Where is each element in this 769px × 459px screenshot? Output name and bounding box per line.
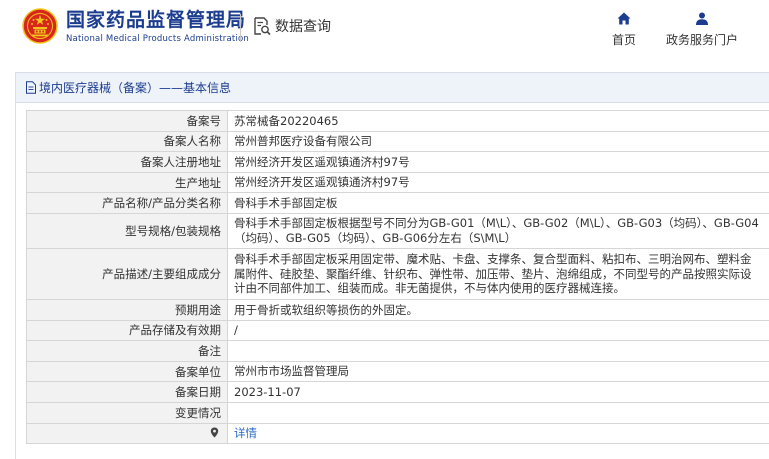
- row-label: [26, 422, 228, 445]
- row-value: 详情: [227, 422, 769, 445]
- row-value: [227, 340, 769, 362]
- document-search-icon: [254, 17, 271, 36]
- table-row: 备注: [26, 340, 769, 362]
- site-header: 国家药品监督管理局 National Medical Products Admi…: [0, 0, 769, 62]
- row-value: 2023-11-07: [227, 381, 769, 403]
- details-link[interactable]: 详情: [234, 426, 257, 440]
- brand-text: 国家药品监督管理局 National Medical Products Admi…: [66, 9, 249, 44]
- national-emblem-icon: [22, 8, 58, 44]
- row-label: 生产地址: [26, 171, 228, 194]
- panel-header: 境内医疗器械（备案）——基本信息: [16, 73, 769, 103]
- table-row: 备案人名称 常州普邦医疗设备有限公司: [26, 130, 769, 153]
- table-row: 生产地址 常州经济开发区遥观镇通济村97号: [26, 171, 769, 194]
- row-value: [227, 401, 769, 424]
- row-label: 备案号: [26, 110, 228, 132]
- row-value: 常州经济开发区遥观镇通济村97号: [227, 171, 769, 194]
- table-row: 变更情况: [26, 401, 769, 424]
- row-value: /: [227, 319, 769, 342]
- panel-title: 境内医疗器械（备案）——基本信息: [39, 81, 232, 95]
- row-value: 骨科手术手部固定板: [227, 192, 769, 214]
- row-value: 苏常械备20220465: [227, 110, 769, 132]
- table-row: 型号规格/包装规格 骨科手术手部固定板根据型号不同分为GB-G01（M\L）、G…: [26, 212, 769, 249]
- row-label: 产品名称/产品分类名称: [26, 192, 228, 214]
- brand-name-cn: 国家药品监督管理局: [66, 8, 247, 31]
- row-value: 骨科手术手部固定板根据型号不同分为GB-G01（M\L）、GB-G02（M\L）…: [227, 212, 769, 249]
- row-value: 常州经济开发区遥观镇通济村97号: [227, 151, 769, 173]
- brand-name-en: National Medical Products Administration: [66, 33, 249, 44]
- table-row: 详情: [26, 422, 769, 445]
- row-label: 备案人注册地址: [26, 151, 228, 173]
- row-label: 产品存储及有效期: [26, 319, 228, 342]
- row-label: 备案单位: [26, 360, 228, 383]
- map-pin-icon: [210, 427, 219, 438]
- row-label: 预期用途: [26, 298, 228, 321]
- row-value: 用于骨折或软组织等损伤的外固定。: [227, 298, 769, 321]
- row-label: 产品描述/主要组成成分: [26, 247, 228, 300]
- data-query-link[interactable]: 数据查询: [252, 16, 331, 36]
- document-icon: [26, 81, 36, 94]
- data-query-label: 数据查询: [275, 19, 331, 35]
- table-row: 备案单位 常州市市场监督管理局: [26, 360, 769, 383]
- table-row: 产品名称/产品分类名称 骨科手术手部固定板: [26, 192, 769, 214]
- site-logo[interactable]: 国家药品监督管理局 National Medical Products Admi…: [22, 8, 249, 44]
- table-row: 备案人注册地址 常州经济开发区遥观镇通济村97号: [26, 151, 769, 173]
- table-row: 产品存储及有效期 /: [26, 319, 769, 342]
- table-row: 备案日期 2023-11-07: [26, 381, 769, 403]
- table-row: 产品描述/主要组成成分 骨科手术手部固定板采用固定带、魔术贴、卡盘、支撑条、复合…: [26, 247, 769, 300]
- home-icon: [617, 12, 631, 25]
- user-icon: [696, 12, 708, 25]
- nav-service-portal[interactable]: 政务服务门户: [666, 12, 738, 48]
- row-label: 变更情况: [26, 401, 228, 424]
- row-label: 型号规格/包装规格: [26, 212, 228, 249]
- detail-panel: 境内医疗器械（备案）——基本信息 备案号 苏常械备20220465 备案人名称 …: [15, 72, 769, 459]
- record-table: 备案号 苏常械备20220465 备案人名称 常州普邦医疗设备有限公司 备案人注…: [26, 110, 769, 445]
- row-label: 备案人名称: [26, 130, 228, 153]
- row-label: 备注: [26, 340, 228, 362]
- nav-home[interactable]: 首页: [612, 12, 636, 48]
- header-divider: [240, 14, 241, 42]
- row-value: 骨科手术手部固定板采用固定带、魔术贴、卡盘、支撑条、复合型面料、粘扣布、三明治网…: [227, 247, 769, 300]
- row-value: 常州普邦医疗设备有限公司: [227, 130, 769, 153]
- table-row: 备案号 苏常械备20220465: [26, 110, 769, 132]
- row-label: 备案日期: [26, 381, 228, 403]
- nav-home-label: 首页: [612, 33, 637, 47]
- row-value: 常州市市场监督管理局: [227, 360, 769, 383]
- nav-portal-label: 政务服务门户: [666, 33, 739, 47]
- table-row: 预期用途 用于骨折或软组织等损伤的外固定。: [26, 298, 769, 321]
